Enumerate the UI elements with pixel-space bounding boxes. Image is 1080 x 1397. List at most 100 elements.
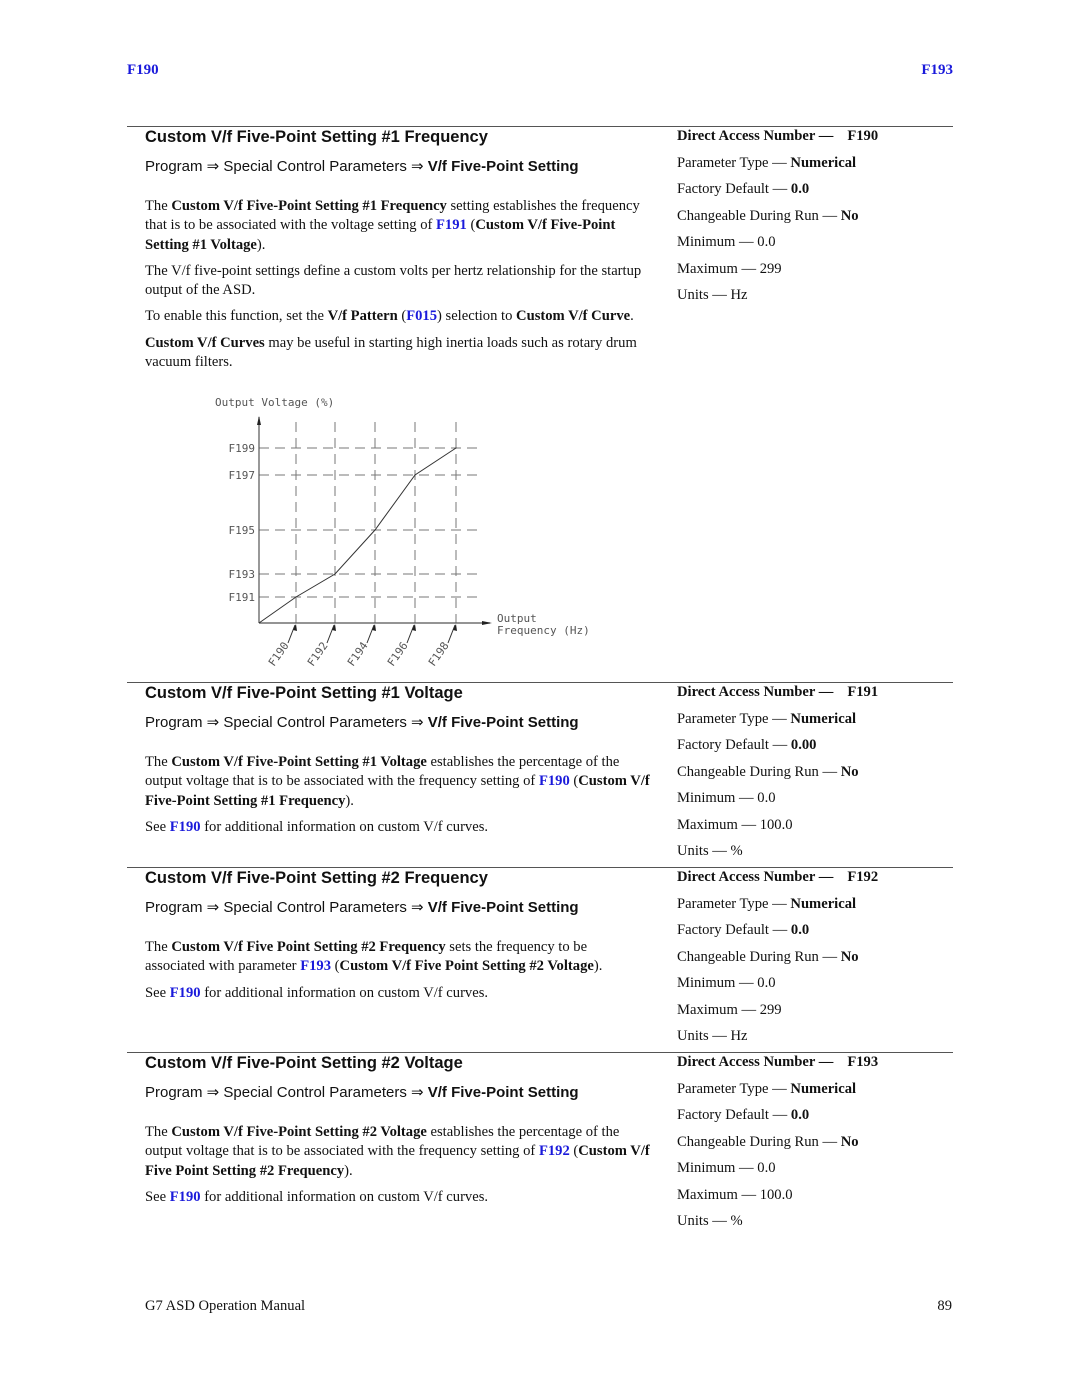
x-tick-leader-f198 [447, 624, 456, 644]
data-point [414, 474, 416, 476]
bold-term: Custom V/f Five-Point Setting #1 Voltage [145, 217, 616, 253]
changeable-during-run: Changeable During Run — No [677, 208, 878, 235]
y-tick-label-f195: F195 [229, 524, 256, 537]
factory-default-value: 0.0 [790, 1107, 810, 1123]
minimum: Minimum — 0.0 [677, 790, 776, 806]
changeable-value: No [840, 763, 859, 780]
section-body: The Custom V/f Five-Point Setting #2 Vol… [145, 1123, 650, 1214]
bold-term: Custom V/f Five Point Setting #2 Frequen… [145, 1143, 650, 1179]
units: Units — % [677, 1213, 743, 1229]
parameter-type: Parameter Type — Numerical [677, 711, 878, 738]
direct-access-label: Direct Access Number — [677, 1054, 834, 1070]
vf-curve-chart: Output Voltage (%) F191 F193 F195 F197 F199 F… [215, 396, 590, 669]
paragraph: The Custom V/f Five-Point Setting #2 Vol… [145, 1124, 650, 1179]
paragraph: The Custom V/f Five-Point Setting #1 Fre… [145, 198, 640, 253]
direct-access-value: F192 [847, 869, 879, 885]
parameter-link-f190[interactable]: F190 [170, 985, 201, 1001]
data-point [374, 529, 376, 531]
section-title: Custom V/f Five-Point Setting #2 Frequen… [145, 869, 488, 887]
menu-path-target: V/f Five-Point Setting [427, 158, 579, 175]
factory-default: Factory Default — 0.0 [677, 922, 878, 949]
paragraph: See F190 for additional information on c… [145, 1188, 489, 1205]
factory-default-label: Factory Default — [677, 922, 791, 938]
menu-path-prefix: Program ⇒ Special Control Parameters ⇒ [145, 899, 428, 916]
parameter-link-f190[interactable]: F190 [170, 819, 201, 835]
y-tick-label-f199: F199 [229, 442, 256, 455]
header-link-f190[interactable]: F190 [127, 62, 159, 79]
parameter-link-f193[interactable]: F193 [300, 958, 331, 974]
direct-access-value: F190 [847, 128, 879, 144]
bold-term: Custom V/f Curve [516, 308, 631, 325]
parameter-type-label: Parameter Type — [677, 710, 791, 727]
parameter-type-value: Numerical [790, 895, 857, 912]
x-tick-leader-f192 [326, 624, 335, 644]
maximum: Maximum — 100.0 [677, 816, 793, 833]
direct-access-value: F193 [847, 1054, 879, 1070]
direct-access-label: Direct Access Number — [677, 869, 834, 885]
parameter-link-f190[interactable]: F190 [539, 773, 570, 789]
x-axis-label-line2: Frequency (Hz) [497, 624, 590, 637]
changeable-value: No [840, 948, 859, 965]
x-axis-arrow [482, 621, 492, 625]
maximum: Maximum — 100.0 [677, 1186, 793, 1203]
x-tick-leader-f196 [406, 624, 415, 644]
y-axis-arrow [257, 416, 261, 425]
y-tick-label-f197: F197 [229, 469, 256, 482]
parameter-type: Parameter Type — Numerical [677, 155, 878, 182]
parameter-link-f191[interactable]: F191 [436, 217, 467, 233]
section-body: The Custom V/f Five-Point Setting #1 Vol… [145, 753, 650, 844]
factory-default: Factory Default — 0.00 [677, 737, 878, 764]
menu-path: Program ⇒ Special Control Parameters ⇒ V… [145, 898, 579, 916]
section-divider [127, 682, 953, 683]
parameter-type-label: Parameter Type — [677, 154, 791, 171]
x-tick-label-f190: F190 [266, 640, 292, 669]
bold-term: Custom V/f Five Point Setting #2 Frequen… [171, 939, 446, 955]
menu-path-prefix: Program ⇒ Special Control Parameters ⇒ [145, 1084, 428, 1101]
data-point [334, 573, 336, 575]
y-tick-label-f191: F191 [229, 591, 256, 604]
menu-path: Program ⇒ Special Control Parameters ⇒ V… [145, 713, 579, 731]
parameter-type-value: Numerical [790, 1080, 857, 1097]
chart-tick-labels: F191 F193 F195 F197 F199 F190 F192 F194 F196 F198 [229, 442, 457, 669]
x-tick-label-f198: F198 [426, 640, 452, 669]
x-tick-leader-f190 [287, 624, 296, 644]
chart-grid [259, 422, 480, 623]
bold-term: Custom V/f Five-Point Setting #2 Voltage [171, 1124, 427, 1140]
x-tick-label-f194: F194 [345, 639, 371, 668]
bold-term: Custom V/f Five-Point Setting #1 Frequen… [171, 198, 447, 214]
direct-access-value: F191 [847, 684, 879, 700]
units: Units — Hz [677, 287, 748, 303]
section-divider [127, 1052, 953, 1053]
maximum: Maximum — 299 [677, 1001, 782, 1018]
minimum: Minimum — 0.0 [677, 975, 776, 991]
parameter-type-value: Numerical [790, 154, 857, 171]
header-link-f193[interactable]: F193 [921, 62, 953, 79]
minimum: Minimum — 0.0 [677, 234, 776, 250]
paragraph: The Custom V/f Five Point Setting #2 Fre… [145, 939, 603, 975]
direct-access-label: Direct Access Number — [677, 684, 834, 700]
x-tick-label-f192: F192 [305, 640, 331, 669]
factory-default-label: Factory Default — [677, 1107, 791, 1123]
parameter-link-f190[interactable]: F190 [170, 1189, 201, 1205]
y-axis-label: Output Voltage (%) [215, 396, 334, 409]
changeable-label: Changeable During Run — [677, 1133, 841, 1150]
changeable-label: Changeable During Run — [677, 207, 841, 224]
units: Units — % [677, 843, 743, 859]
factory-default-label: Factory Default — [677, 737, 791, 753]
factory-default-value: 0.0 [790, 922, 810, 938]
section-body: The Custom V/f Five-Point Setting #1 Fre… [145, 197, 650, 379]
factory-default-value: 0.0 [790, 181, 810, 197]
parameter-link-f192[interactable]: F192 [539, 1143, 570, 1159]
paragraph: See F190 for additional information on c… [145, 818, 489, 835]
data-point [295, 596, 297, 598]
units: Units — Hz [677, 1028, 748, 1044]
parameter-link-f015[interactable]: F015 [406, 308, 437, 324]
y-tick-label-f193: F193 [229, 568, 256, 581]
direct-access-number: Direct Access Number — F193 [677, 1054, 878, 1081]
section-body: The Custom V/f Five Point Setting #2 Fre… [145, 938, 650, 1010]
footer-page-number: 89 [937, 1298, 952, 1314]
menu-path-target: V/f Five-Point Setting [427, 899, 579, 916]
factory-default-label: Factory Default — [677, 181, 791, 197]
minimum: Minimum — 0.0 [677, 1160, 776, 1176]
bold-term: Custom V/f Five-Point Setting #1 Voltage [171, 754, 427, 770]
